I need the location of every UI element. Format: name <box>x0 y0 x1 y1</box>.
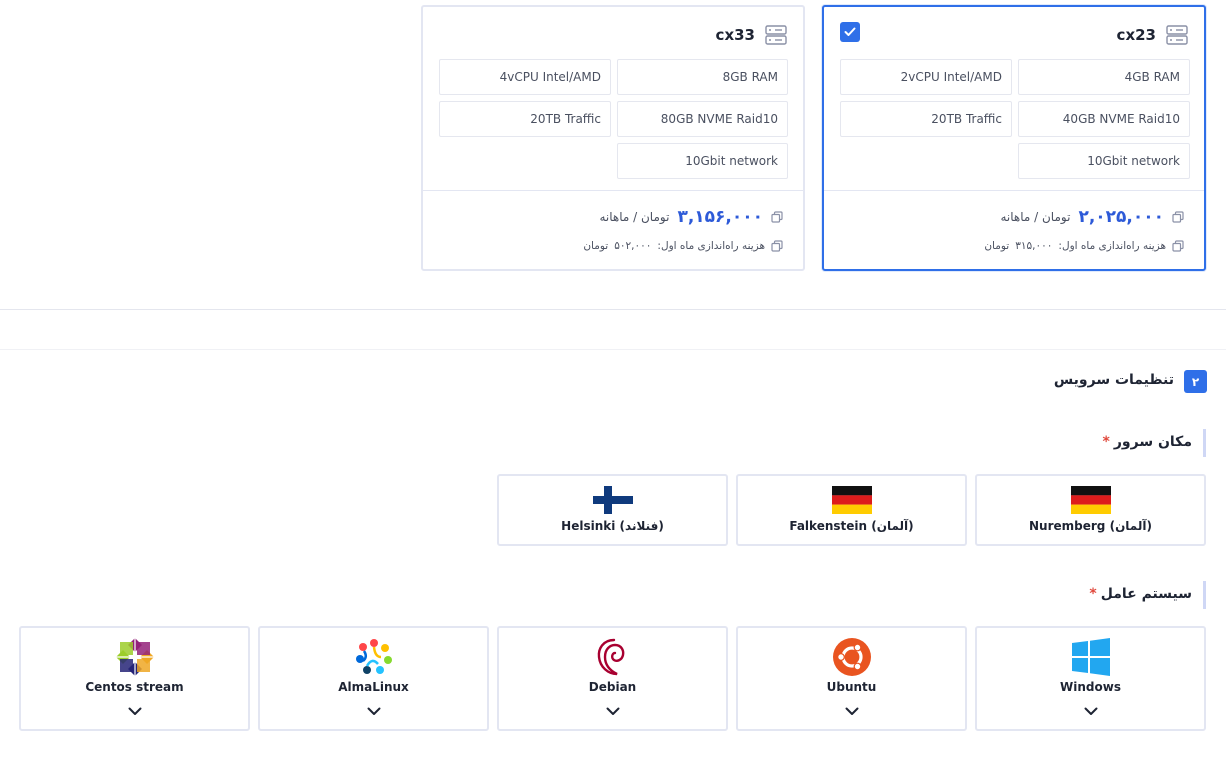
section-divider <box>0 349 1226 350</box>
os-label: AlmaLinux <box>338 680 409 694</box>
price-value: ۳,۱۵۶,۰۰۰ <box>677 207 763 227</box>
location-option-falkenstein[interactable]: Falkenstein (آلمان) <box>736 474 967 546</box>
divider <box>824 190 1204 191</box>
debian-logo-icon <box>597 638 624 676</box>
almalinux-logo-icon <box>355 639 392 674</box>
os-label: Debian <box>588 680 637 694</box>
chevron-down-icon[interactable] <box>845 707 859 716</box>
price-value: ۲,۰۲۵,۰۰۰ <box>1078 207 1164 227</box>
plan-name: cx23 <box>1116 26 1156 44</box>
copy-icon[interactable] <box>1172 240 1184 252</box>
setup-fee-value: ۳۱۵,۰۰۰ <box>1015 240 1053 252</box>
field-label-text: مکان سرور <box>1113 434 1192 450</box>
os-option-debian[interactable]: Debian <box>497 626 728 731</box>
price-row: ۲,۰۲۵,۰۰۰ تومان / ماهانه <box>1000 207 1184 227</box>
finland-flag-icon <box>592 486 633 514</box>
server-icon <box>1166 25 1188 45</box>
plan-card-cx23[interactable]: cx23 4GB RAM 2vCPU Intel/AMD 40GB NVME R… <box>822 5 1206 271</box>
step-badge: ۲ <box>1184 370 1207 393</box>
spec-network: 10Gbit network <box>1018 143 1190 179</box>
spec-traffic: 20TB Traffic <box>840 101 1012 137</box>
setup-fee-unit: تومان <box>583 240 609 252</box>
ubuntu-logo-icon <box>832 638 871 676</box>
spec-storage: 40GB NVME Raid10 <box>1018 101 1190 137</box>
location-label: Nuremberg (آلمان) <box>1029 519 1152 533</box>
spec-storage: 80GB NVME Raid10 <box>617 101 788 137</box>
check-icon <box>844 27 856 36</box>
copy-icon[interactable] <box>771 211 783 223</box>
spec-cpu: 4vCPU Intel/AMD <box>439 59 611 95</box>
os-label: Windows <box>1060 680 1121 694</box>
os-label: سیستم عامل* <box>1089 586 1192 602</box>
copy-icon[interactable] <box>771 240 783 252</box>
spec-network: 10Gbit network <box>617 143 788 179</box>
germany-flag-icon <box>831 486 872 514</box>
location-label: Falkenstein (آلمان) <box>789 519 914 533</box>
spec-traffic: 20TB Traffic <box>439 101 611 137</box>
spec-ram: 4GB RAM <box>1018 59 1190 95</box>
os-option-centos[interactable]: Centos stream <box>19 626 250 731</box>
plan-name: cx33 <box>715 26 755 44</box>
required-mark: * <box>1089 586 1097 602</box>
divider <box>423 190 803 191</box>
windows-logo-icon <box>1071 638 1110 676</box>
spec-cpu: 2vCPU Intel/AMD <box>840 59 1012 95</box>
chevron-down-icon[interactable] <box>606 707 620 716</box>
os-label: Centos stream <box>85 680 184 694</box>
selected-checkbox[interactable] <box>840 22 860 42</box>
setup-fee-value: ۵۰۲,۰۰۰ <box>614 240 652 252</box>
price-row: ۳,۱۵۶,۰۰۰ تومان / ماهانه <box>599 207 783 227</box>
spec-ram: 8GB RAM <box>617 59 788 95</box>
setup-fee-label: هزینه راه‌اندازی ماه اول: <box>1058 240 1166 252</box>
chevron-down-icon[interactable] <box>1084 707 1098 716</box>
server-icon <box>765 25 787 45</box>
field-label-text: سیستم عامل <box>1100 586 1192 602</box>
location-option-helsinki[interactable]: Helsinki (فنلاند) <box>497 474 728 546</box>
location-label: Helsinki (فنلاند) <box>561 519 664 533</box>
chevron-down-icon[interactable] <box>128 707 142 716</box>
setup-fee-label: هزینه راه‌اندازی ماه اول: <box>657 240 765 252</box>
centos-logo-icon <box>115 638 154 676</box>
field-accent-bar <box>1203 581 1206 609</box>
section-divider <box>0 309 1226 310</box>
copy-icon[interactable] <box>1172 211 1184 223</box>
required-mark: * <box>1102 434 1110 450</box>
germany-flag-icon <box>1070 486 1111 514</box>
setup-fee-row: هزینه راه‌اندازی ماه اول: ۳۱۵,۰۰۰ تومان <box>984 240 1184 252</box>
section-title: تنظیمات سرویس <box>1053 372 1174 388</box>
setup-fee-row: هزینه راه‌اندازی ماه اول: ۵۰۲,۰۰۰ تومان <box>583 240 783 252</box>
location-option-nuremberg[interactable]: Nuremberg (آلمان) <box>975 474 1206 546</box>
plan-card-cx33[interactable]: cx33 8GB RAM 4vCPU Intel/AMD 80GB NVME R… <box>421 5 805 271</box>
os-option-almalinux[interactable]: AlmaLinux <box>258 626 489 731</box>
plan-header: cx33 <box>716 25 787 45</box>
os-label: Ubuntu <box>826 680 877 694</box>
os-option-windows[interactable]: Windows <box>975 626 1206 731</box>
price-unit: تومان / ماهانه <box>1000 210 1071 224</box>
price-unit: تومان / ماهانه <box>599 210 670 224</box>
server-location-label: مکان سرور* <box>1103 434 1192 450</box>
plan-header: cx23 <box>1117 25 1188 45</box>
os-option-ubuntu[interactable]: Ubuntu <box>736 626 967 731</box>
setup-fee-unit: تومان <box>984 240 1010 252</box>
chevron-down-icon[interactable] <box>367 707 381 716</box>
field-accent-bar <box>1203 429 1206 457</box>
